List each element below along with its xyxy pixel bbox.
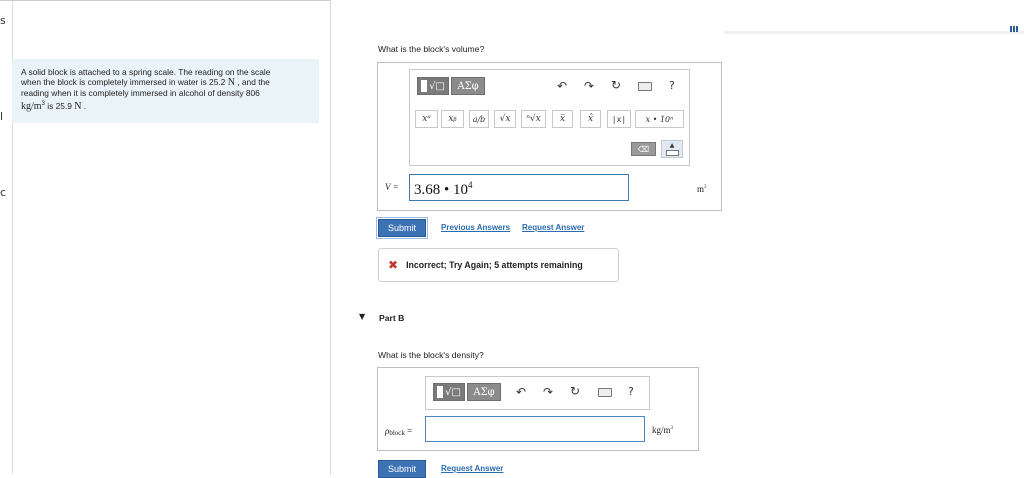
volume-variable-label: V = bbox=[385, 182, 399, 192]
edge-mark: s bbox=[0, 14, 6, 27]
feedback-text: Incorrect; Try Again; 5 attempts remaini… bbox=[406, 260, 583, 270]
volume-answer-input[interactable]: 3.68 • 104 bbox=[409, 174, 629, 201]
templates-button[interactable]: √□ bbox=[417, 77, 449, 95]
problem-line: when the block is completely immersed in… bbox=[21, 77, 270, 89]
undo-icon[interactable]: ↶ bbox=[516, 385, 526, 399]
greek-symbols-button[interactable]: ΑΣφ bbox=[451, 77, 485, 95]
subscript-button[interactable]: xᵦ bbox=[441, 110, 464, 128]
collapse-triangle-icon[interactable]: ▼ bbox=[359, 312, 365, 321]
edge-mark: c bbox=[0, 186, 7, 199]
fraction-button[interactable]: a/b bbox=[469, 110, 489, 128]
volume-answer-value: 3.68 • 104 bbox=[414, 180, 473, 198]
edge-mark: l bbox=[0, 110, 4, 123]
sqrt-icon: √□ bbox=[429, 80, 445, 92]
help-icon[interactable]: ? bbox=[628, 385, 634, 398]
unit-vector-button[interactable]: x̂ bbox=[580, 110, 601, 128]
problem-statement: A solid block is attached to a spring sc… bbox=[12, 59, 319, 123]
menu-icon[interactable] bbox=[1010, 19, 1020, 32]
problem-line: A solid block is attached to a spring sc… bbox=[21, 67, 271, 77]
vector-button[interactable]: x̅ bbox=[552, 110, 573, 128]
problem-line: reading when it is completely immersed i… bbox=[21, 88, 260, 99]
column-divider bbox=[330, 0, 331, 474]
reset-icon[interactable]: ↻ bbox=[611, 78, 621, 92]
nth-root-button[interactable]: ⁿ√x bbox=[521, 110, 546, 128]
top-right-bar bbox=[724, 31, 1024, 34]
redo-icon[interactable]: ↷ bbox=[584, 79, 594, 93]
part-b-title[interactable]: Part B bbox=[379, 313, 404, 323]
submit-button[interactable]: Submit bbox=[378, 460, 426, 478]
feedback-incorrect: ✖ Incorrect; Try Again; 5 attempts remai… bbox=[378, 248, 619, 282]
request-answer-link[interactable]: Request Answer bbox=[522, 223, 584, 232]
scientific-notation-button[interactable]: x • 10ⁿ bbox=[635, 110, 684, 128]
redo-icon[interactable]: ↷ bbox=[543, 385, 553, 399]
absolute-value-button[interactable]: |x| bbox=[607, 110, 631, 128]
density-answer-input[interactable] bbox=[425, 416, 645, 442]
density-variable-label: ρblock = bbox=[385, 426, 413, 437]
keyboard-icon[interactable] bbox=[638, 82, 652, 91]
square-root-button[interactable]: √x bbox=[494, 110, 516, 128]
submit-button[interactable]: Submit bbox=[376, 217, 428, 239]
top-divider bbox=[0, 0, 330, 1]
volume-unit: m3 bbox=[697, 184, 707, 194]
greek-symbols-button[interactable]: ΑΣφ bbox=[467, 383, 501, 401]
undo-icon[interactable]: ↶ bbox=[557, 79, 567, 93]
keyboard-toggle-icon[interactable]: ▲ bbox=[661, 140, 683, 158]
incorrect-x-icon: ✖ bbox=[388, 258, 399, 272]
help-icon[interactable]: ? bbox=[669, 79, 675, 92]
reset-icon[interactable]: ↻ bbox=[570, 384, 580, 398]
previous-answers-link[interactable]: Previous Answers bbox=[441, 223, 510, 232]
backspace-icon[interactable]: ⌫ bbox=[631, 142, 656, 156]
sqrt-icon: √□ bbox=[445, 386, 461, 398]
templates-button[interactable]: √□ bbox=[433, 383, 465, 401]
part-a-question: What is the block's volume? bbox=[378, 44, 485, 54]
request-answer-link[interactable]: Request Answer bbox=[441, 464, 503, 473]
problem-line: kg/m3 is 25.9 N . bbox=[21, 100, 87, 112]
density-unit: kg/m3 bbox=[652, 425, 674, 435]
superscript-button[interactable]: xᵃ bbox=[415, 110, 438, 128]
keyboard-icon[interactable] bbox=[598, 388, 612, 397]
part-b-question: What is the block's density? bbox=[378, 350, 484, 360]
